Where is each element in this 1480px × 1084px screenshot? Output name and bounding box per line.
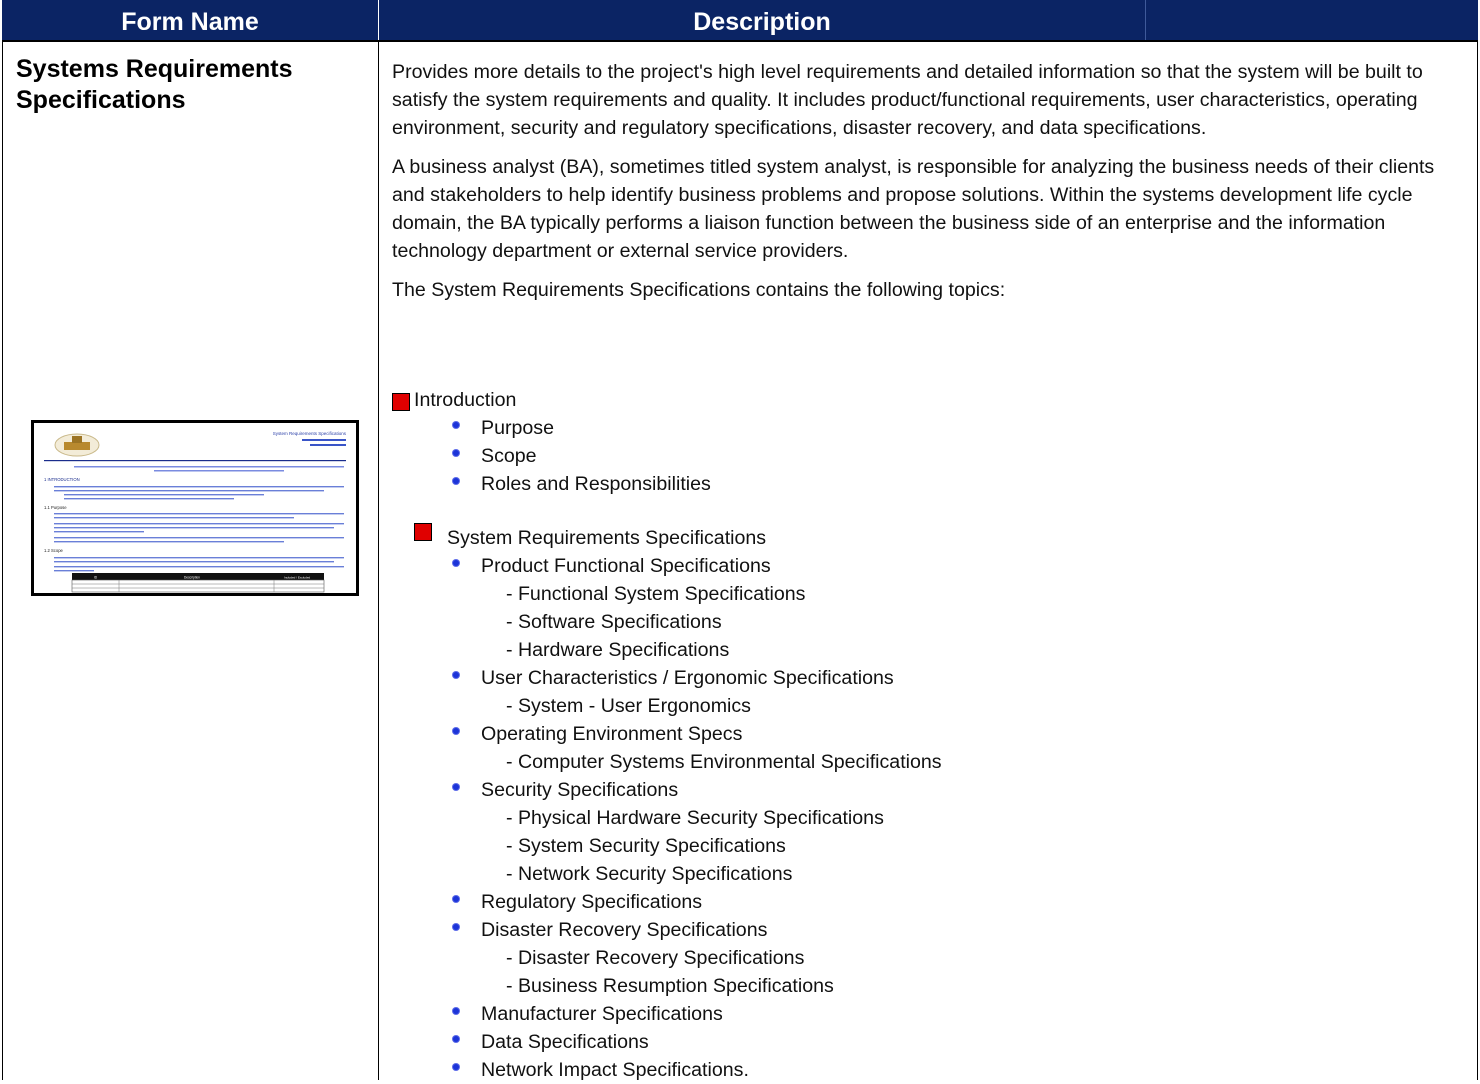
red-square-bullet-icon xyxy=(414,523,432,541)
blue-dot-bullet-icon xyxy=(453,422,459,428)
list-item: - Network Security Specifications xyxy=(392,860,1392,888)
blue-dot-bullet-icon xyxy=(453,478,459,484)
thumb-table-col3: Included / Excluded xyxy=(284,576,311,580)
topic-subitem: Scope xyxy=(481,445,537,467)
red-square-bullet-icon xyxy=(392,393,410,411)
list-item: Data Specifications xyxy=(392,1028,1392,1056)
blue-dot-bullet-icon xyxy=(453,1064,459,1070)
blue-dot-bullet-icon xyxy=(453,450,459,456)
list-item: - System Security Specifications xyxy=(392,832,1392,860)
list-item: Introduction xyxy=(392,386,1392,414)
blue-dot-bullet-icon xyxy=(453,1008,459,1014)
blue-dot-bullet-icon xyxy=(453,896,459,902)
list-item: Manufacturer Specifications xyxy=(392,1000,1392,1028)
topics-list: Introduction Purpose Scope Roles and Res… xyxy=(392,386,1392,1084)
thumb-section11: 1.1 Purpose xyxy=(44,505,67,510)
topic-subitem: Manufacturer Specifications xyxy=(481,1003,723,1025)
topic-subsubitem: - Software Specifications xyxy=(506,611,722,633)
topic-subitem: Roles and Responsibilities xyxy=(481,473,711,495)
description-paragraph-3: The System Requirements Specifications c… xyxy=(392,279,1006,301)
topic-subsubitem: - System - User Ergonomics xyxy=(506,695,751,717)
thumb-header-text: System Requirements Specifications xyxy=(273,431,347,436)
list-item: Scope xyxy=(392,442,1392,470)
list-item: Product Functional Specifications xyxy=(392,552,1392,580)
topic-srs: System Requirements Specifications xyxy=(447,527,767,549)
list-item: - Hardware Specifications xyxy=(392,636,1392,664)
list-item: System Requirements Specifications xyxy=(392,523,1392,552)
list-item: User Characteristics / Ergonomic Specifi… xyxy=(392,664,1392,692)
list-item: - Physical Hardware Security Specificati… xyxy=(392,804,1392,832)
blue-dot-bullet-icon xyxy=(453,728,459,734)
topic-subsubitem: - Network Security Specifications xyxy=(506,863,793,885)
list-item: - System - User Ergonomics xyxy=(392,692,1392,720)
thumb-table-col2: Description xyxy=(184,576,200,580)
document-thumbnail: System Requirements Specifications 1 INT… xyxy=(31,420,359,596)
list-item: - Business Resumption Specifications xyxy=(392,972,1392,1000)
list-item: Security Specifications xyxy=(392,776,1392,804)
blue-dot-bullet-icon xyxy=(453,1036,459,1042)
list-item: Regulatory Specifications xyxy=(392,888,1392,916)
description-paragraph-2: A business analyst (BA), sometimes title… xyxy=(392,156,1435,262)
list-item: - Computer Systems Environmental Specifi… xyxy=(392,748,1392,776)
topic-subsubitem: - Physical Hardware Security Specificati… xyxy=(506,807,884,829)
thumb-section1: 1 INTRODUCTION xyxy=(44,477,80,482)
list-item: Operating Environment Specs xyxy=(392,720,1392,748)
list-item: - Disaster Recovery Specifications xyxy=(392,944,1392,972)
topic-subitem: Operating Environment Specs xyxy=(481,723,743,745)
topic-subitem: Purpose xyxy=(481,417,554,439)
thumbnail-graphic: System Requirements Specifications 1 INT… xyxy=(44,431,347,593)
header-form-name: Form Name xyxy=(2,0,379,40)
topic-subitem: Regulatory Specifications xyxy=(481,891,703,913)
topic-subitem: Product Functional Specifications xyxy=(481,555,771,577)
blue-dot-bullet-icon xyxy=(453,924,459,930)
blue-dot-bullet-icon xyxy=(453,784,459,790)
form-title: Systems Requirements Specifications xyxy=(16,55,293,114)
list-item: - Software Specifications xyxy=(392,608,1392,636)
header-description: Description xyxy=(693,8,831,36)
topic-subsubitem: - Business Resumption Specifications xyxy=(506,975,834,997)
blue-dot-bullet-icon xyxy=(453,560,459,566)
topic-subsubitem: - Hardware Specifications xyxy=(506,639,730,661)
table-border-right xyxy=(1477,40,1478,1080)
list-item: Purpose xyxy=(392,414,1392,442)
description-cell: Provides more details to the project's h… xyxy=(392,58,1462,315)
topic-subitem: Security Specifications xyxy=(481,779,679,801)
topic-subsubitem: - Disaster Recovery Specifications xyxy=(506,947,805,969)
topic-introduction: Introduction xyxy=(414,389,517,411)
list-item: Roles and Responsibilities xyxy=(392,470,1392,498)
document-page: Form Name Description Systems Requiremen… xyxy=(0,0,1480,1081)
header-empty-cell xyxy=(1145,0,1479,40)
topic-subsubitem: - Functional System Specifications xyxy=(506,583,806,605)
blue-dot-bullet-icon xyxy=(453,672,459,678)
list-item: - Functional System Specifications xyxy=(392,580,1392,608)
topic-subsubitem: - Computer Systems Environmental Specifi… xyxy=(506,751,942,773)
list-item: Disaster Recovery Specifications xyxy=(392,916,1392,944)
topic-subitem: Data Specifications xyxy=(481,1031,649,1053)
table-border-middle xyxy=(378,40,379,1080)
topic-subitem: User Characteristics / Ergonomic Specifi… xyxy=(481,667,894,689)
table-header: Form Name Description xyxy=(2,0,1478,42)
thumb-section12: 1.2 Scope xyxy=(44,548,64,553)
topic-subsubitem: - System Security Specifications xyxy=(506,835,786,857)
description-paragraph-1: Provides more details to the project's h… xyxy=(392,61,1423,139)
topic-subitem: Disaster Recovery Specifications xyxy=(481,919,768,941)
